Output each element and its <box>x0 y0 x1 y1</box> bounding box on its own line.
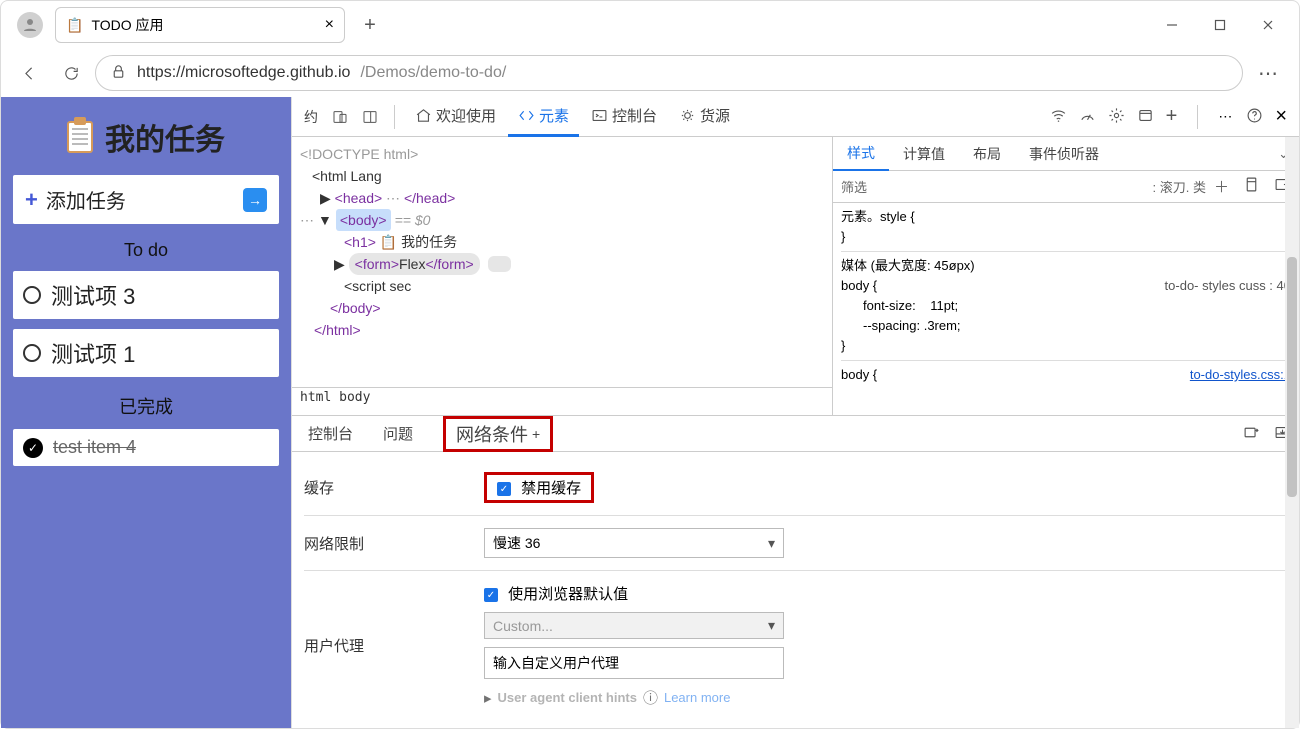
checkbox-checked-icon: ✓ <box>497 482 511 496</box>
browser-tab[interactable]: 📋 TODO 应用 × <box>55 7 345 43</box>
task-label: 测试项 1 <box>51 337 135 369</box>
tab-welcome[interactable]: 欢迎使用 <box>405 97 506 137</box>
close-tab-icon[interactable]: × <box>325 16 334 34</box>
plus-icon: + <box>532 426 540 442</box>
styles-panel: 样式 计算值 布局 事件侦听器 ⌄ 筛选 : 滚刀. 类 ＋ <box>832 137 1299 415</box>
add-panel-button[interactable]: + <box>1166 105 1178 128</box>
toggle-classes-icon[interactable] <box>1243 176 1260 197</box>
styles-filter-input[interactable]: 筛选 <box>841 177 1145 196</box>
chevron-down-icon: ▾ <box>768 617 775 634</box>
network-online-icon[interactable] <box>1050 107 1067 127</box>
tab-elements[interactable]: 元素 <box>508 97 579 137</box>
task-label: test item 4 <box>53 437 136 458</box>
submit-task-button[interactable]: → <box>243 188 267 212</box>
dom-form-node[interactable]: <form> Flex</form> <box>349 253 480 275</box>
throttling-select[interactable]: 慢速 36 ▾ <box>484 528 784 558</box>
app-title: 我的任务 <box>13 109 279 165</box>
drawer-tab-console[interactable]: 控制台 <box>300 419 361 448</box>
checked-icon[interactable]: ✓ <box>23 438 43 458</box>
chevron-down-icon: ▾ <box>768 535 775 552</box>
source-link[interactable]: to-do-styles.css:1 <box>1190 365 1291 385</box>
scrollbar[interactable] <box>1285 137 1299 728</box>
selected-dom-node[interactable]: <body> <box>336 209 391 231</box>
close-devtools-icon[interactable]: × <box>1275 105 1287 128</box>
drawer-tab-network-conditions[interactable]: 网络条件 + <box>435 412 561 456</box>
note-icon: 📋 <box>66 17 83 34</box>
styles-tab-styles[interactable]: 样式 <box>833 137 889 171</box>
row-throttling: 网络限制 慢速 36 ▾ <box>304 516 1287 571</box>
inspect-button[interactable]: 约 <box>298 103 324 131</box>
disable-cache-checkbox[interactable]: ✓ 禁用缓存 <box>484 472 594 503</box>
ellipsis-icon: ⋯ <box>386 190 400 206</box>
row-cache: 缓存 ✓ 禁用缓存 <box>304 460 1287 516</box>
unchecked-icon[interactable] <box>23 286 41 304</box>
ellipsis-icon[interactable]: ⋯ <box>300 209 314 231</box>
todo-app-panel: 我的任务 + 添加任务 → To do 测试项 3 测试项 1 已完成 ✓ te… <box>1 97 291 728</box>
checkbox-checked-icon: ✓ <box>484 588 498 602</box>
add-task-label: 添加任务 <box>46 185 126 214</box>
dom-breadcrumb[interactable]: html body <box>292 387 832 415</box>
ua-select[interactable]: Custom... ▾ <box>484 612 784 639</box>
task-row[interactable]: 测试项 1 <box>13 329 279 377</box>
dom-tree[interactable]: <!DOCTYPE html> <html Lang ▶ <head> ⋯ </… <box>292 137 832 387</box>
learn-more-link[interactable]: Learn more <box>664 690 730 705</box>
lock-icon <box>110 63 127 83</box>
dom-tree-panel: <!DOCTYPE html> <html Lang ▶ <head> ⋯ </… <box>292 137 832 415</box>
plus-icon: + <box>25 187 38 213</box>
profile-avatar[interactable] <box>17 12 43 38</box>
chevron-right-icon[interactable]: ▸ <box>484 689 492 707</box>
devtools-toolbar: 约 欢迎使用 元素 控制台 货源 <box>292 97 1299 137</box>
refresh-button[interactable] <box>53 55 89 91</box>
tab-sources[interactable]: 货源 <box>669 97 740 137</box>
more-options-icon[interactable]: ⋯ <box>1218 108 1234 125</box>
tab-title: TODO 应用 <box>91 15 163 35</box>
task-label: 测试项 3 <box>51 279 135 311</box>
panel-icon[interactable] <box>1137 107 1154 127</box>
ua-default-checkbox[interactable]: ✓ 使用浏览器默认值 <box>484 583 628 604</box>
drawer-tab-issues[interactable]: 问题 <box>375 419 421 448</box>
tab-console[interactable]: 控制台 <box>581 97 667 137</box>
window-titlebar: 📋 TODO 应用 × + <box>1 1 1299 49</box>
settings-icon[interactable] <box>1108 107 1125 127</box>
maximize-button[interactable] <box>1197 9 1243 41</box>
task-row-done[interactable]: ✓ test item 4 <box>13 429 279 466</box>
new-tab-button[interactable]: + <box>353 8 387 42</box>
url-host: https://microsoftedge.github.io <box>137 64 350 82</box>
minimize-button[interactable] <box>1149 9 1195 41</box>
styles-tab-computed[interactable]: 计算值 <box>889 137 959 171</box>
add-rule-icon[interactable]: ＋ <box>1214 176 1229 197</box>
unchecked-icon[interactable] <box>23 344 41 362</box>
styles-tab-listeners[interactable]: 事件侦听器 <box>1015 137 1113 171</box>
back-button[interactable] <box>11 55 47 91</box>
app-title-text: 我的任务 <box>105 115 225 159</box>
address-bar[interactable]: https://microsoftedge.github.io/Demos/de… <box>95 55 1243 91</box>
style-rules[interactable]: 元素。style { } 媒体 (最大宽度: 45øpx) body { to-… <box>833 203 1299 415</box>
url-path: /Demos/demo-to-do/ <box>360 64 506 82</box>
performance-icon[interactable] <box>1079 107 1096 127</box>
ua-custom-input[interactable]: 输入自定义用户代理 <box>484 647 784 679</box>
help-icon[interactable] <box>1246 107 1263 127</box>
clear-icon[interactable] <box>1243 424 1260 444</box>
row-user-agent: 用户代理 ✓ 使用浏览器默认值 Custom... ▾ 输入自定义用户代理 <box>304 571 1287 720</box>
styles-tab-layout[interactable]: 布局 <box>959 137 1015 171</box>
close-window-button[interactable] <box>1245 9 1291 41</box>
browser-menu-button[interactable]: ⋯ <box>1249 55 1289 91</box>
dock-button[interactable] <box>356 105 384 129</box>
devtools-panel: 约 欢迎使用 元素 控制台 货源 <box>291 97 1299 728</box>
add-task-input[interactable]: + 添加任务 → <box>13 175 279 224</box>
uach-section-title: User agent client hints <box>498 690 637 705</box>
device-toolbar-button[interactable] <box>326 105 354 129</box>
devtools-drawer: 控制台 问题 网络条件 + 缓存 <box>292 415 1299 728</box>
info-icon: ⓘ <box>643 687 658 708</box>
todo-section-label: To do <box>13 240 279 261</box>
hov-label[interactable]: : 滚刀. 类 <box>1153 177 1206 196</box>
done-section-label: 已完成 <box>13 393 279 419</box>
address-bar-row: https://microsoftedge.github.io/Demos/de… <box>1 49 1299 97</box>
scrollbar-thumb[interactable] <box>1287 257 1297 497</box>
source-link[interactable]: to-do- styles cuss : 40 <box>1165 276 1291 296</box>
task-row[interactable]: 测试项 3 <box>13 271 279 319</box>
clipboard-icon <box>67 121 93 153</box>
